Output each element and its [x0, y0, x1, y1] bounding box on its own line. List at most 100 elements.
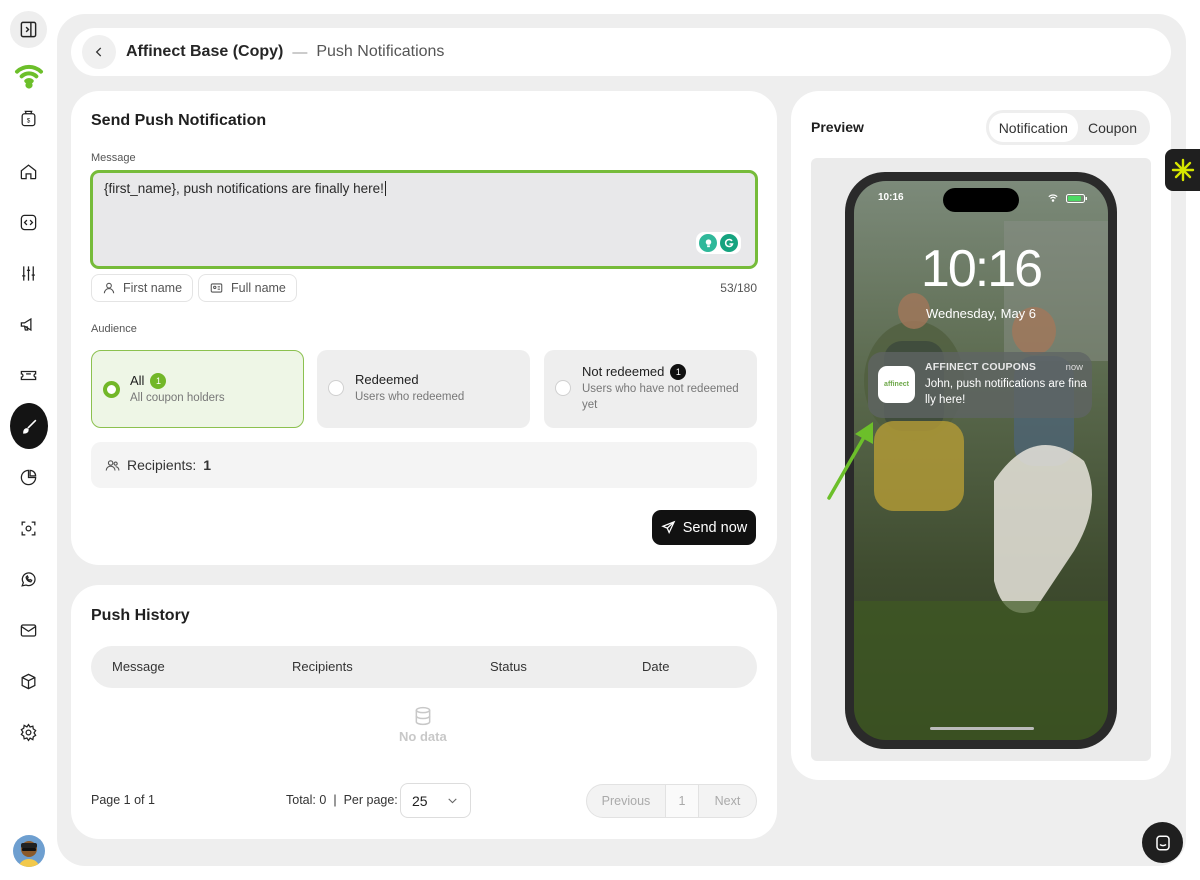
sparkle-icon	[1171, 158, 1194, 182]
sidebar-item-email[interactable]	[10, 612, 47, 649]
column-date: Date	[642, 659, 670, 674]
status-bar-time: 10:16	[878, 192, 904, 203]
sidebar-toggle-button[interactable]	[10, 11, 47, 48]
sliders-icon	[22, 266, 35, 281]
notification-preview: affinect AFFINECT COUPONS now John, push…	[868, 352, 1092, 418]
radio-all[interactable]	[103, 381, 120, 398]
sidebar-item-campaigns[interactable]	[10, 306, 47, 343]
preview-card: Preview Notification Coupon 10:16 10:16 …	[791, 91, 1171, 780]
tab-notification[interactable]: Notification	[988, 113, 1078, 142]
breadcrumb-current: Push Notifications	[316, 43, 445, 60]
radio-redeemed[interactable]	[328, 380, 344, 396]
next-page-button[interactable]: Next	[699, 785, 756, 817]
home-indicator	[930, 727, 1034, 730]
battery-icon	[1066, 194, 1087, 203]
page-title[interactable]: Affinect Base (Copy)	[126, 43, 283, 61]
avatar-icon	[19, 841, 39, 867]
empty-state-text: No data	[399, 729, 447, 744]
mail-icon	[20, 624, 37, 637]
send-now-label: Send now	[682, 519, 748, 536]
writing-tools	[696, 232, 741, 254]
sidebar-item-design[interactable]	[10, 403, 48, 449]
message-text: {first_name}, push notifications are fin…	[104, 181, 384, 196]
preview-title: Preview	[811, 119, 864, 135]
message-input[interactable]: {first_name}, push notifications are fin…	[90, 170, 758, 269]
recipients-label: Recipients:	[127, 457, 197, 473]
wifi-icon	[1048, 194, 1058, 202]
tab-coupon[interactable]: Coupon	[1078, 113, 1147, 142]
sidebar-item-packages[interactable]	[10, 663, 47, 700]
current-page[interactable]: 1	[666, 785, 699, 817]
notification-time: now	[1065, 362, 1083, 373]
push-history-title: Push History	[91, 607, 190, 624]
audience-option-not-redeemed[interactable]: Not redeemed 1 Users who have not redeeme…	[544, 350, 757, 428]
app-icon: affinect	[878, 366, 915, 403]
money-bag-icon: $	[21, 110, 36, 127]
audience-not-redeemed-desc: Users who have not redeemed yet	[582, 383, 739, 411]
audience-option-redeemed[interactable]: Redeemed Users who redeemed	[317, 350, 530, 428]
notification-app-name: AFFINECT COUPONS	[925, 361, 1037, 373]
breadcrumb: Affinect Base (Copy) — Push Notification…	[71, 28, 1171, 76]
sidebar-item-scan[interactable]	[10, 510, 47, 547]
previous-page-button[interactable]: Previous	[587, 785, 666, 817]
chevron-down-icon	[448, 798, 457, 804]
per-page-select[interactable]: 25	[400, 783, 471, 818]
sidebar-item-billing[interactable]: $	[10, 100, 47, 137]
lock-screen-date: Wednesday, May 6	[925, 306, 1037, 321]
sidebar-item-code[interactable]	[10, 204, 47, 241]
svg-text:$: $	[27, 117, 31, 124]
count-badge: 1	[670, 364, 687, 380]
insert-first-name-button[interactable]: First name	[91, 274, 194, 302]
audience-not-redeemed-title: Not redeemed 1	[582, 364, 687, 380]
sidebar-item-whatsapp[interactable]	[10, 561, 47, 598]
gear-icon	[20, 723, 37, 742]
full-name-chip-label: Full name	[231, 281, 286, 295]
id-card-icon	[210, 283, 223, 293]
audience-option-all[interactable]: All 1 All coupon holders	[91, 350, 304, 428]
radio-not-redeemed[interactable]	[555, 380, 571, 396]
sidebar-item-coupons[interactable]	[10, 357, 47, 394]
grammarly-icon[interactable]	[720, 234, 738, 252]
page-info: Page 1 of 1	[91, 793, 155, 807]
insert-full-name-button[interactable]: Full name	[198, 274, 297, 302]
push-history-card: Push History Message Recipients Status D…	[71, 585, 777, 839]
pie-chart-icon	[20, 469, 37, 486]
sidebar-item-sliders[interactable]	[10, 255, 47, 292]
sidebar-item-settings[interactable]	[10, 714, 47, 751]
avatar[interactable]	[13, 835, 45, 867]
lightbulb-icon[interactable]	[699, 234, 717, 252]
count-badge: 1	[150, 373, 167, 389]
character-counter: 53/180	[720, 281, 757, 295]
dynamic-island	[943, 188, 1019, 212]
users-icon	[105, 459, 120, 471]
preview-tabs: Notification Coupon	[985, 110, 1150, 145]
home-icon	[20, 164, 37, 180]
code-icon	[20, 214, 37, 231]
send-now-button[interactable]: Send now	[652, 510, 756, 545]
total-count: Total: 0 | Per page:	[286, 793, 398, 807]
first-name-chip-label: First name	[123, 281, 183, 295]
panel-toggle-icon	[20, 21, 37, 38]
brand-logo[interactable]	[10, 56, 47, 93]
sidebar: $	[0, 0, 57, 880]
feedback-widget-button[interactable]	[1165, 149, 1200, 191]
chat-icon	[1155, 835, 1170, 850]
audience-all-desc: All coupon holders	[130, 392, 225, 404]
pagination: Previous 1 Next	[586, 784, 757, 818]
send-icon	[660, 520, 676, 535]
back-button[interactable]	[82, 35, 116, 69]
column-status: Status	[490, 659, 527, 674]
sidebar-item-analytics[interactable]	[10, 459, 47, 496]
message-label: Message	[91, 152, 136, 164]
sidebar-item-home[interactable]	[10, 153, 47, 190]
scan-icon	[21, 521, 36, 536]
audience-redeemed-title: Redeemed	[355, 372, 419, 387]
chat-support-button[interactable]	[1142, 822, 1183, 863]
column-message: Message	[112, 659, 165, 674]
database-icon	[415, 706, 431, 726]
recipients-summary: Recipients: 1	[91, 442, 757, 488]
notification-body: John, push notifications are finally her…	[925, 378, 1087, 406]
phone-screen: 10:16 10:16 Wednesday, May 6 affinect AF…	[854, 181, 1108, 740]
lock-screen-time: 10:16	[920, 240, 1043, 298]
app-icon-text: affinect	[884, 381, 909, 388]
